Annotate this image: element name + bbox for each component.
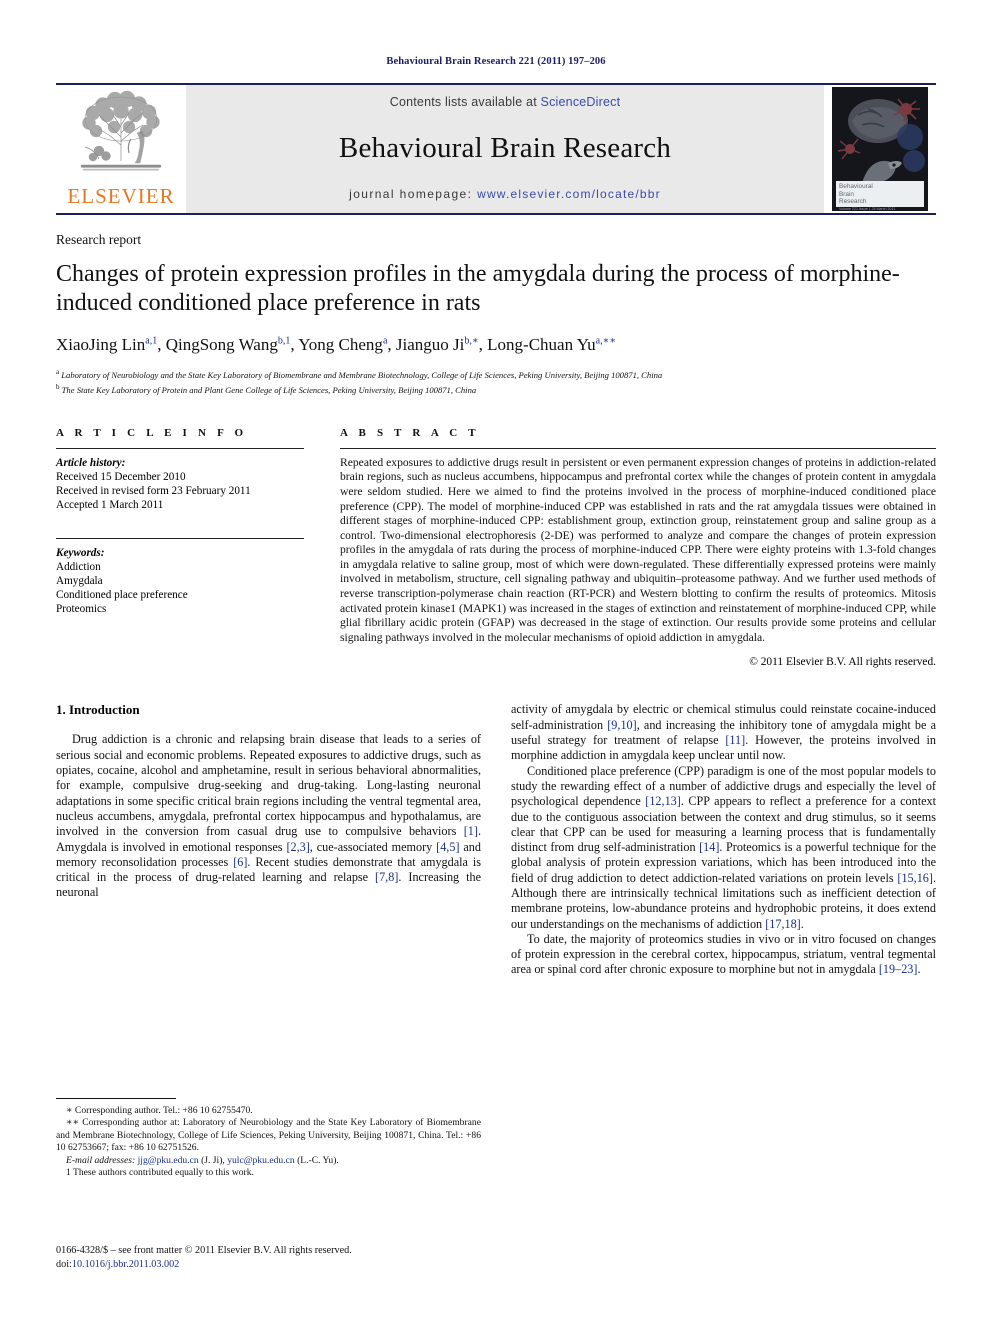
author-list: XiaoJing Lina,1, QingSong Wangb,1, Yong … — [56, 335, 617, 354]
abstract-heading: A B S T R A C T — [340, 426, 480, 439]
article-history-label: Article history: — [56, 456, 126, 469]
intro-paragraph: Conditioned place preference (CPP) parad… — [511, 763, 937, 931]
keyword-item: Conditioned place preference — [56, 589, 188, 602]
article-info-heading: A R T I C L E I N F O — [56, 426, 248, 439]
homepage-prefix: journal homepage: — [349, 187, 478, 201]
section-heading-introduction: 1. Introduction — [56, 702, 140, 718]
journal-homepage-line: journal homepage: www.elsevier.com/locat… — [349, 187, 661, 201]
email-owner-1: (J. Ji), — [201, 1154, 225, 1166]
publisher-logo: ELSEVIER — [56, 85, 186, 213]
email-link-2[interactable]: yulc@pku.edu.cn — [227, 1155, 294, 1166]
footnote-emails: E-mail addresses: jjg@pku.edu.cn (J. Ji)… — [56, 1155, 481, 1167]
doi-value[interactable]: 10.1016/j.bbr.2011.03.002 — [72, 1259, 179, 1270]
history-item: Accepted 1 March 2011 — [56, 499, 164, 512]
imprint-front-matter: 0166-4328/$ – see front matter © 2011 El… — [56, 1245, 352, 1256]
article-info-rule-mid — [56, 537, 304, 539]
contents-available-line: Contents lists available at ScienceDirec… — [390, 95, 621, 109]
doi-label: doi: — [56, 1258, 72, 1270]
keyword-item: Proteomics — [56, 603, 107, 616]
affiliation-a-text: Laboratory of Neurobiology and the State… — [61, 369, 663, 380]
sciencedirect-link[interactable]: ScienceDirect — [541, 95, 621, 109]
affiliation-b: b The State Key Laboratory of Protein an… — [56, 383, 477, 396]
cover-title-line1: Behavioural — [839, 183, 873, 190]
journal-cover-image: Behavioural Brain Research Volume 221 Is… — [832, 87, 928, 211]
history-item: Received 15 December 2010 — [56, 470, 186, 483]
email-owner-2: (L.-C. Yu). — [297, 1154, 339, 1166]
intro-paragraph: To date, the majority of proteomics stud… — [511, 931, 936, 977]
footnote-block: ∗ Corresponding author. Tel.: +86 10 627… — [56, 1098, 481, 1179]
article-info-rule-top — [56, 447, 304, 449]
contents-prefix: Contents lists available at — [389, 95, 541, 109]
journal-homepage-link[interactable]: www.elsevier.com/locate/bbr — [477, 187, 661, 201]
running-head: Behavioural Brain Research 221 (2011) 19… — [386, 56, 606, 67]
intro-paragraph: activity of amygdala by electric or chem… — [511, 702, 937, 763]
article-doctype: Research report — [56, 232, 142, 247]
email-addresses-label: E-mail addresses: — [66, 1154, 136, 1166]
keyword-item: Amygdala — [56, 574, 103, 587]
cover-title-line2: Brain — [839, 190, 854, 198]
imprint-block: 0166-4328/$ – see front matter © 2011 El… — [56, 1244, 486, 1271]
elsevier-wordmark: ELSEVIER — [67, 184, 175, 208]
keywords-label: Keywords: — [56, 546, 105, 559]
column-gap — [304, 427, 340, 669]
body-column-left: 1. Introduction Drug addiction is a chro… — [56, 702, 481, 1122]
footnote-corresponding-2: ∗∗ Corresponding author at: Laboratory o… — [56, 1117, 481, 1154]
body-column-right: activity of amygdala by electric or chem… — [511, 702, 936, 1122]
keywords-block: Keywords: Addiction Amygdala Conditioned… — [56, 546, 304, 617]
affiliation-a: a Laboratory of Neurobiology and the Sta… — [56, 368, 663, 380]
cover-title-line3: Research — [839, 198, 867, 206]
cover-title-strip: Behavioural Brain Research Volume 221 Is… — [836, 181, 924, 211]
masthead-center: Contents lists available at ScienceDirec… — [186, 85, 824, 213]
footnote-rule — [56, 1098, 176, 1099]
paper-page: Behavioural Brain Research 221 (2011) 19… — [56, 0, 936, 1323]
history-item: Received in revised form 23 February 201… — [56, 485, 251, 498]
email-link-1[interactable]: jjg@pku.edu.cn — [138, 1155, 199, 1166]
footnote-corresponding-1: ∗ Corresponding author. Tel.: +86 10 627… — [66, 1105, 253, 1116]
abstract-column: A B S T R A C T Repeated exposures to ad… — [340, 426, 936, 669]
body-columns: 1. Introduction Drug addiction is a chro… — [56, 702, 936, 1122]
footnote-equal-contribution: 1 These authors contributed equally to t… — [66, 1167, 254, 1179]
elsevier-tree-icon — [80, 90, 162, 171]
masthead-cover: Behavioural Brain Research Volume 221 Is… — [824, 85, 936, 213]
abstract-text: Repeated exposures to addictive drugs re… — [340, 455, 936, 644]
cover-volume-text: Volume 221 Issue 1 25 March 2011 — [839, 206, 896, 211]
journal-title: Behavioural Brain Research — [338, 131, 672, 164]
article-history-block: Article history: Received 15 December 20… — [56, 456, 304, 513]
info-abstract-row: A R T I C L E I N F O Article history: R… — [56, 426, 936, 669]
abstract-copyright: © 2011 Elsevier B.V. All rights reserved… — [749, 656, 936, 669]
article-info-column: A R T I C L E I N F O Article history: R… — [56, 427, 304, 669]
abstract-rule — [340, 447, 936, 449]
intro-paragraph: Drug addiction is a chronic and relapsin… — [56, 732, 481, 900]
keyword-item: Addiction — [56, 560, 101, 573]
imprint-doi: doi:10.1016/j.bbr.2011.03.002 — [56, 1258, 486, 1272]
journal-masthead: ELSEVIER Contents lists available at Sci… — [56, 83, 936, 215]
affiliation-b-text: The State Key Laboratory of Protein and … — [61, 385, 477, 396]
page-title: Changes of protein expression profiles i… — [56, 261, 900, 316]
